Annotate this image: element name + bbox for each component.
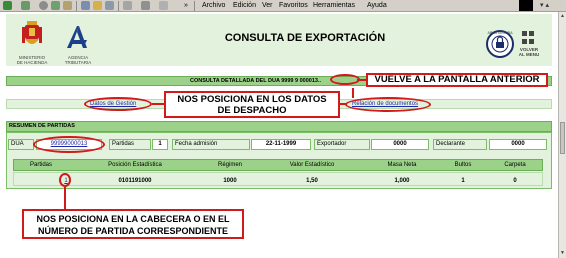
annotation-connector <box>357 79 367 81</box>
vertical-scrollbar[interactable]: ▲ ▼ <box>558 12 566 258</box>
agency-logo-text: AGENCIA TRIBUTARIA <box>64 55 92 65</box>
history-icon[interactable] <box>105 1 114 10</box>
annotation-despacho: NOS POSICIONA EN LOS DATOS DE DESPACHO <box>164 91 340 118</box>
stop-icon[interactable] <box>39 1 48 10</box>
exportador-value: 0000 <box>371 139 429 150</box>
refresh-icon[interactable] <box>51 1 60 10</box>
back-to-menu-link[interactable]: VOLVER AL MENU <box>515 47 543 57</box>
posicion-value: 0101191000 <box>118 178 152 184</box>
column-header-masa: Masa Neta <box>387 162 417 168</box>
annotation-oval-dua <box>330 74 360 85</box>
secure-area-seal-text: AREA SEGURA <box>487 31 513 35</box>
menu-favoritos[interactable]: Favoritos <box>279 1 308 10</box>
column-header-valor: Valor Estadístico <box>289 162 335 168</box>
menu-ayuda[interactable]: Ayuda <box>367 1 387 10</box>
column-header-posicion: Posición Estadística <box>108 162 162 168</box>
annotation-oval-relacion <box>345 97 431 112</box>
window-controls[interactable]: ▾ ▴ <box>540 2 549 10</box>
dua-label: DUA <box>8 139 34 150</box>
declarante-value: 0000 <box>489 139 547 150</box>
print-icon[interactable] <box>141 1 150 10</box>
browser-toolbar: » Archivo Edición Ver Favoritos Herramie… <box>0 0 566 12</box>
annotation-connector <box>64 187 66 209</box>
column-header-regimen: Régimen <box>217 162 242 168</box>
menu-herramientas[interactable]: Herramientas <box>313 1 355 10</box>
annotation-connector <box>152 103 164 105</box>
annotation-cabecera: NOS POSICIONA EN LA CABECERA O EN EL NÚM… <box>22 209 244 239</box>
bultos-value: 1 <box>461 178 465 184</box>
menu-archivo[interactable]: Archivo <box>202 1 225 10</box>
column-header-partidas: Partidas <box>29 162 52 168</box>
partidas-label: Partidas <box>109 139 151 150</box>
coat-of-arms-icon <box>22 21 42 44</box>
ministry-logo-text: MINISTERIO DE HACIENDA <box>16 55 48 65</box>
scroll-down-icon[interactable]: ▼ <box>560 250 565 256</box>
edit-icon[interactable] <box>159 1 168 10</box>
annotation-oval-datos-gestion <box>84 97 152 111</box>
partidas-value: 1 <box>152 139 168 150</box>
annotation-oval-partida <box>59 173 71 187</box>
scroll-thumb[interactable] <box>560 122 565 154</box>
scroll-up-icon[interactable]: ▲ <box>560 13 565 19</box>
menu-ver[interactable]: Ver <box>262 1 273 10</box>
exportador-label: Exportador <box>314 139 370 150</box>
toolbar-more[interactable]: » <box>184 1 188 10</box>
home-icon[interactable] <box>63 1 72 10</box>
annotation-oval-dua-number <box>33 136 105 153</box>
back-icon[interactable] <box>3 1 12 10</box>
annotation-connector <box>340 103 346 105</box>
annotation-connector <box>352 88 354 98</box>
valor-value: 1,50 <box>306 178 318 184</box>
agency-logo-icon <box>67 26 87 48</box>
regimen-value: 1000 <box>223 178 237 184</box>
carpeta-value: 0 <box>513 178 517 184</box>
back-to-menu-icon[interactable] <box>521 30 535 46</box>
resumen-label: RESUMEN DE PARTIDAS <box>9 123 75 129</box>
fecha-admision-label: Fecha admisión <box>172 139 250 150</box>
windows-logo-icon <box>519 0 533 11</box>
fecha-admision-value: 22-11-1999 <box>251 139 311 150</box>
annotation-vuelve: VUELVE A LA PANTALLA ANTERIOR <box>366 73 548 87</box>
masa-value: 1,000 <box>394 178 410 184</box>
declarante-label: Declarante <box>433 139 487 150</box>
mail-icon[interactable] <box>123 1 132 10</box>
favorites-icon[interactable] <box>93 1 102 10</box>
page-title: CONSULTA DE EXPORTACIÓN <box>224 32 386 44</box>
menu-edicion[interactable]: Edición <box>233 1 256 10</box>
search-icon[interactable] <box>81 1 90 10</box>
column-header-bultos: Bultos <box>454 162 472 168</box>
column-header-carpeta: Carpeta <box>504 162 526 168</box>
resumen-bar <box>6 121 552 132</box>
forward-icon[interactable] <box>21 1 30 10</box>
